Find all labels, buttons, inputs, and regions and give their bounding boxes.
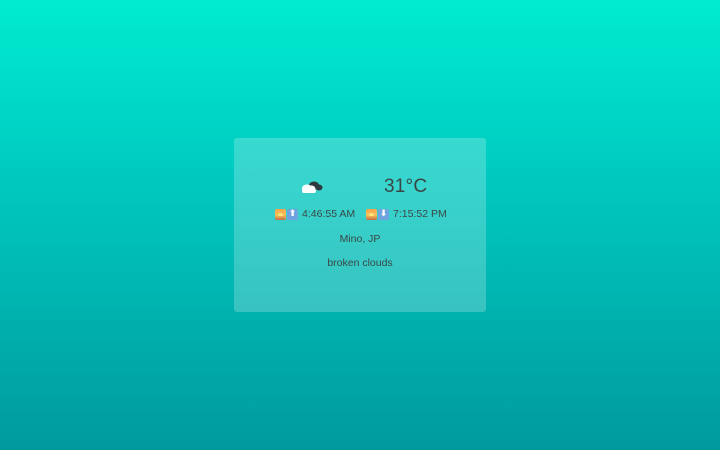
location-label: Mino, JP (339, 233, 381, 245)
weather-card: 31°C ⬆ 4:46:55 AM ⬇ 7:15:52 PM Mino, JP … (234, 138, 486, 312)
sunset-icon (366, 208, 377, 220)
weather-summary: 31°C (234, 176, 486, 200)
up-arrow-icon: ⬆ (287, 208, 298, 220)
weather-description: broken clouds (327, 257, 393, 269)
sunrise-info: ⬆ 4:46:55 AM (275, 208, 355, 220)
sun-times: ⬆ 4:46:55 AM ⬇ 7:15:52 PM (234, 208, 486, 222)
broken-clouds-icon (300, 179, 324, 195)
sunrise-time: 4:46:55 AM (302, 208, 356, 220)
sunset-time: 7:15:52 PM (393, 208, 447, 220)
sunset-info: ⬇ 7:15:52 PM (366, 208, 447, 220)
down-arrow-icon: ⬇ (378, 208, 389, 220)
temperature: 31°C (384, 176, 428, 197)
sunrise-icon (275, 208, 286, 220)
